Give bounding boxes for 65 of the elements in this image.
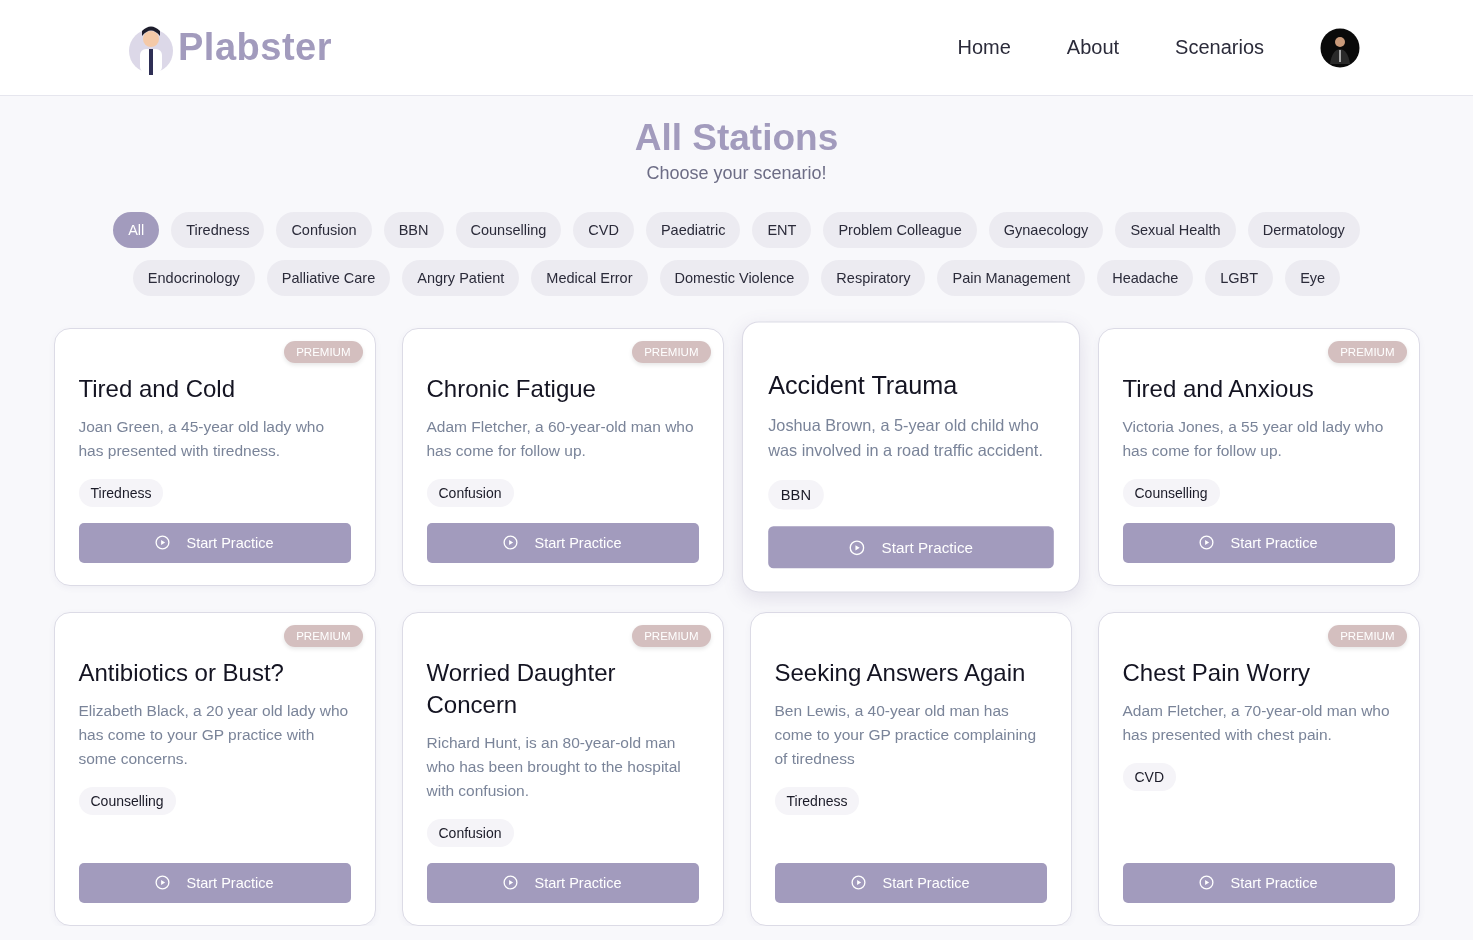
station-title: Worried Daughter Concern (426, 657, 617, 720)
avatar-icon[interactable] (1320, 27, 1360, 68)
premium-badge: PREMIUM (284, 340, 363, 363)
station-title: Accident Trauma (767, 369, 959, 401)
filter-chip[interactable]: Endocrinology (132, 259, 255, 296)
filter-chip[interactable]: Respiratory (821, 259, 926, 296)
filter-chip[interactable]: Paediatric (645, 211, 741, 248)
station-title: Antibiotics or Bust? (78, 657, 285, 688)
station-description: Ben Lewis, a 40-year old man has come to your GP practice complaining of tiredness (774, 700, 1038, 769)
nav-link[interactable]: Home (957, 36, 1011, 59)
premium-badge: PREMIUM (632, 624, 711, 647)
station-description: Adam Fletcher, a 70-year-old man who has presented with chest pain. (1122, 700, 1391, 745)
filter-chip[interactable]: Domestic Violence (659, 259, 810, 296)
premium-badge: PREMIUM (284, 624, 363, 647)
filter-chip[interactable]: Problem Colleague (823, 211, 977, 248)
filter-chip[interactable]: Headache (1097, 259, 1194, 296)
filter-chip[interactable]: Pain Management (937, 259, 1086, 296)
filter-chip[interactable]: BBN (383, 211, 444, 248)
category-tag: Counselling (78, 786, 176, 815)
play-icon (851, 875, 867, 891)
play-icon (155, 535, 171, 551)
filter-chip[interactable]: Angry Patient (402, 259, 520, 296)
category-tag: Confusion (426, 818, 514, 847)
station-description: Adam Fletcher, a 60-year-old man who has come for follow up. (426, 416, 695, 461)
filter-chip[interactable]: Gynaecology (988, 211, 1104, 248)
filter-chip[interactable]: Palliative Care (266, 259, 391, 296)
category-tag: Tiredness (774, 786, 860, 815)
premium-badge: PREMIUM (1328, 624, 1407, 647)
category-tag: Confusion (426, 478, 514, 507)
page-title: All Stations (634, 118, 839, 159)
filter-chip[interactable]: Eye (1285, 259, 1341, 296)
station-title: Chest Pain Worry (1122, 657, 1312, 688)
premium-badge: PREMIUM (632, 340, 711, 363)
play-icon (155, 875, 171, 891)
category-tag: Counselling (1122, 478, 1220, 507)
nav-link[interactable]: Scenarios (1175, 36, 1264, 59)
filter-chip[interactable]: Sexual Health (1115, 211, 1236, 248)
play-icon (1199, 535, 1215, 551)
filter-chip[interactable]: Counselling (455, 211, 562, 248)
category-tag: BBN (767, 479, 824, 510)
station-description: Joan Green, a 45-year old lady who has presented with tiredness. (78, 416, 326, 461)
category-tag: CVD (1122, 762, 1177, 791)
station-title: Seeking Answers Again (774, 657, 1027, 688)
play-icon (1199, 875, 1215, 891)
station-title: Chronic Fatigue (426, 373, 597, 404)
filter-chip[interactable]: ENT (752, 211, 812, 248)
premium-badge: PREMIUM (1328, 340, 1407, 363)
station-title: Tired and Anxious (1122, 373, 1315, 404)
station-description: Victoria Jones, a 55 year old lady who has come for follow up. (1122, 416, 1385, 461)
filter-chip[interactable]: CVD (573, 211, 634, 248)
station-description: Elizabeth Black, a 20 year old lady who has come to your GP practice with some concerns. (78, 700, 350, 769)
play-icon (503, 535, 519, 551)
play-icon (848, 539, 865, 555)
play-icon (503, 875, 519, 891)
station-description: Richard Hunt, is an 80-year-old man who has been brought to the hospital with confusion. (426, 732, 682, 801)
filter-chip[interactable]: LGBT (1205, 259, 1274, 296)
filter-chip[interactable]: Tiredness (171, 211, 265, 248)
filter-chip[interactable]: Confusion (276, 211, 372, 248)
nav-link[interactable]: About (1066, 36, 1120, 59)
category-tag: Tiredness (78, 478, 164, 507)
filter-chip[interactable]: Medical Error (531, 259, 648, 296)
page-subtitle: Choose your scenario! (646, 162, 827, 184)
filter-chip[interactable]: Dermatology (1247, 211, 1360, 248)
station-title: Tired and Cold (78, 373, 237, 404)
station-description: Joshua Brown, a 5-year old child who was involved in a road traffic accident. (767, 414, 1044, 461)
